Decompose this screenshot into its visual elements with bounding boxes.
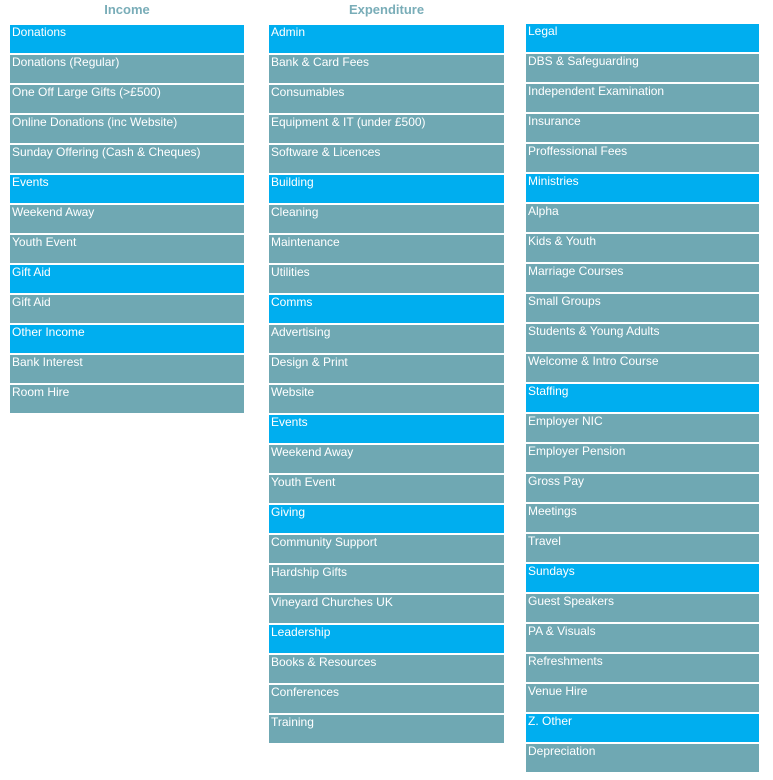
expenditure-list: Admin Bank & Card Fees Consumables Equipmen…	[269, 25, 504, 743]
category-item-row[interactable]: Equipment & IT (under £500)	[269, 115, 504, 143]
category-item-row[interactable]: Consumables	[269, 85, 504, 113]
category-item-row[interactable]: Gross Pay	[526, 474, 759, 502]
income-list: Donations Donations (Regular) One Off Larg…	[10, 25, 244, 413]
category-item-row[interactable]: Weekend Away	[10, 205, 244, 233]
category-item-row[interactable]: Proffessional Fees	[526, 144, 759, 172]
category-item-row[interactable]: Refreshments	[526, 654, 759, 682]
category-item-row[interactable]: Employer Pension	[526, 444, 759, 472]
category-item-row[interactable]: Bank Interest	[10, 355, 244, 383]
category-item-row[interactable]: Guest Speakers	[526, 594, 759, 622]
category-item-row[interactable]: Employer NIC	[526, 414, 759, 442]
expenditure-column-title: Expenditure	[348, 2, 425, 17]
expenditure-continued-list: Legal DBS & Safeguarding Independent Exami…	[526, 24, 759, 772]
category-group-row[interactable]: Events	[10, 175, 244, 203]
category-group-row[interactable]: Z. Other	[526, 714, 759, 742]
category-item-row[interactable]: Advertising	[269, 325, 504, 353]
category-item-row[interactable]: Maintenance	[269, 235, 504, 263]
category-item-row[interactable]: Software & Licences	[269, 145, 504, 173]
category-group-row[interactable]: Leadership	[269, 625, 504, 653]
category-item-row[interactable]: Gift Aid	[10, 295, 244, 323]
expenditure-column: Expenditure Admin Bank & Card Fees Consuma…	[269, 0, 504, 745]
category-group-row[interactable]: Ministries	[526, 174, 759, 202]
category-group-row[interactable]: Building	[269, 175, 504, 203]
category-item-row[interactable]: Weekend Away	[269, 445, 504, 473]
expenditure-continued-column-title	[526, 0, 759, 19]
category-item-row[interactable]: DBS & Safeguarding	[526, 54, 759, 82]
category-item-row[interactable]: Room Hire	[10, 385, 244, 413]
category-item-row[interactable]: Design & Print	[269, 355, 504, 383]
category-group-row[interactable]: Sundays	[526, 564, 759, 592]
category-item-row[interactable]: Bank & Card Fees	[269, 55, 504, 83]
category-group-row[interactable]: Legal	[526, 24, 759, 52]
category-item-row[interactable]: Independent Examination	[526, 84, 759, 112]
category-group-row[interactable]: Giving	[269, 505, 504, 533]
category-item-row[interactable]: Kids & Youth	[526, 234, 759, 262]
category-item-row[interactable]: Online Donations (inc Website)	[10, 115, 244, 143]
category-item-row[interactable]: Insurance	[526, 114, 759, 142]
category-item-row[interactable]: Youth Event	[10, 235, 244, 263]
category-item-row[interactable]: Community Support	[269, 535, 504, 563]
category-item-row[interactable]: Meetings	[526, 504, 759, 532]
category-item-row[interactable]: Sunday Offering (Cash & Cheques)	[10, 145, 244, 173]
category-item-row[interactable]: Hardship Gifts	[269, 565, 504, 593]
category-item-row[interactable]: Vineyard Churches UK	[269, 595, 504, 623]
income-column-title: Income	[104, 2, 150, 17]
category-group-row[interactable]: Gift Aid	[10, 265, 244, 293]
category-item-row[interactable]: Venue Hire	[526, 684, 759, 712]
category-group-row[interactable]: Donations	[10, 25, 244, 53]
category-item-row[interactable]: Cleaning	[269, 205, 504, 233]
category-item-row[interactable]: Marriage Courses	[526, 264, 759, 292]
category-group-row[interactable]: Staffing	[526, 384, 759, 412]
category-item-row[interactable]: Books & Resources	[269, 655, 504, 683]
category-item-row[interactable]: One Off Large Gifts (>£500)	[10, 85, 244, 113]
category-item-row[interactable]: Welcome & Intro Course	[526, 354, 759, 382]
category-item-row[interactable]: PA & Visuals	[526, 624, 759, 652]
expenditure-continued-column: Legal DBS & Safeguarding Independent Exami…	[526, 0, 759, 774]
category-item-row[interactable]: Website	[269, 385, 504, 413]
category-item-row[interactable]: Donations (Regular)	[10, 55, 244, 83]
category-group-row[interactable]: Comms	[269, 295, 504, 323]
category-item-row[interactable]: Utilities	[269, 265, 504, 293]
category-group-row[interactable]: Events	[269, 415, 504, 443]
category-item-row[interactable]: Depreciation	[526, 744, 759, 772]
category-group-row[interactable]: Other Income	[10, 325, 244, 353]
income-column: Income Donations Donations (Regular) One O…	[10, 0, 244, 415]
category-item-row[interactable]: Small Groups	[526, 294, 759, 322]
category-item-row[interactable]: Training	[269, 715, 504, 743]
category-item-row[interactable]: Conferences	[269, 685, 504, 713]
category-group-row[interactable]: Admin	[269, 25, 504, 53]
category-item-row[interactable]: Students & Young Adults	[526, 324, 759, 352]
category-item-row[interactable]: Travel	[526, 534, 759, 562]
category-item-row[interactable]: Youth Event	[269, 475, 504, 503]
category-item-row[interactable]: Alpha	[526, 204, 759, 232]
